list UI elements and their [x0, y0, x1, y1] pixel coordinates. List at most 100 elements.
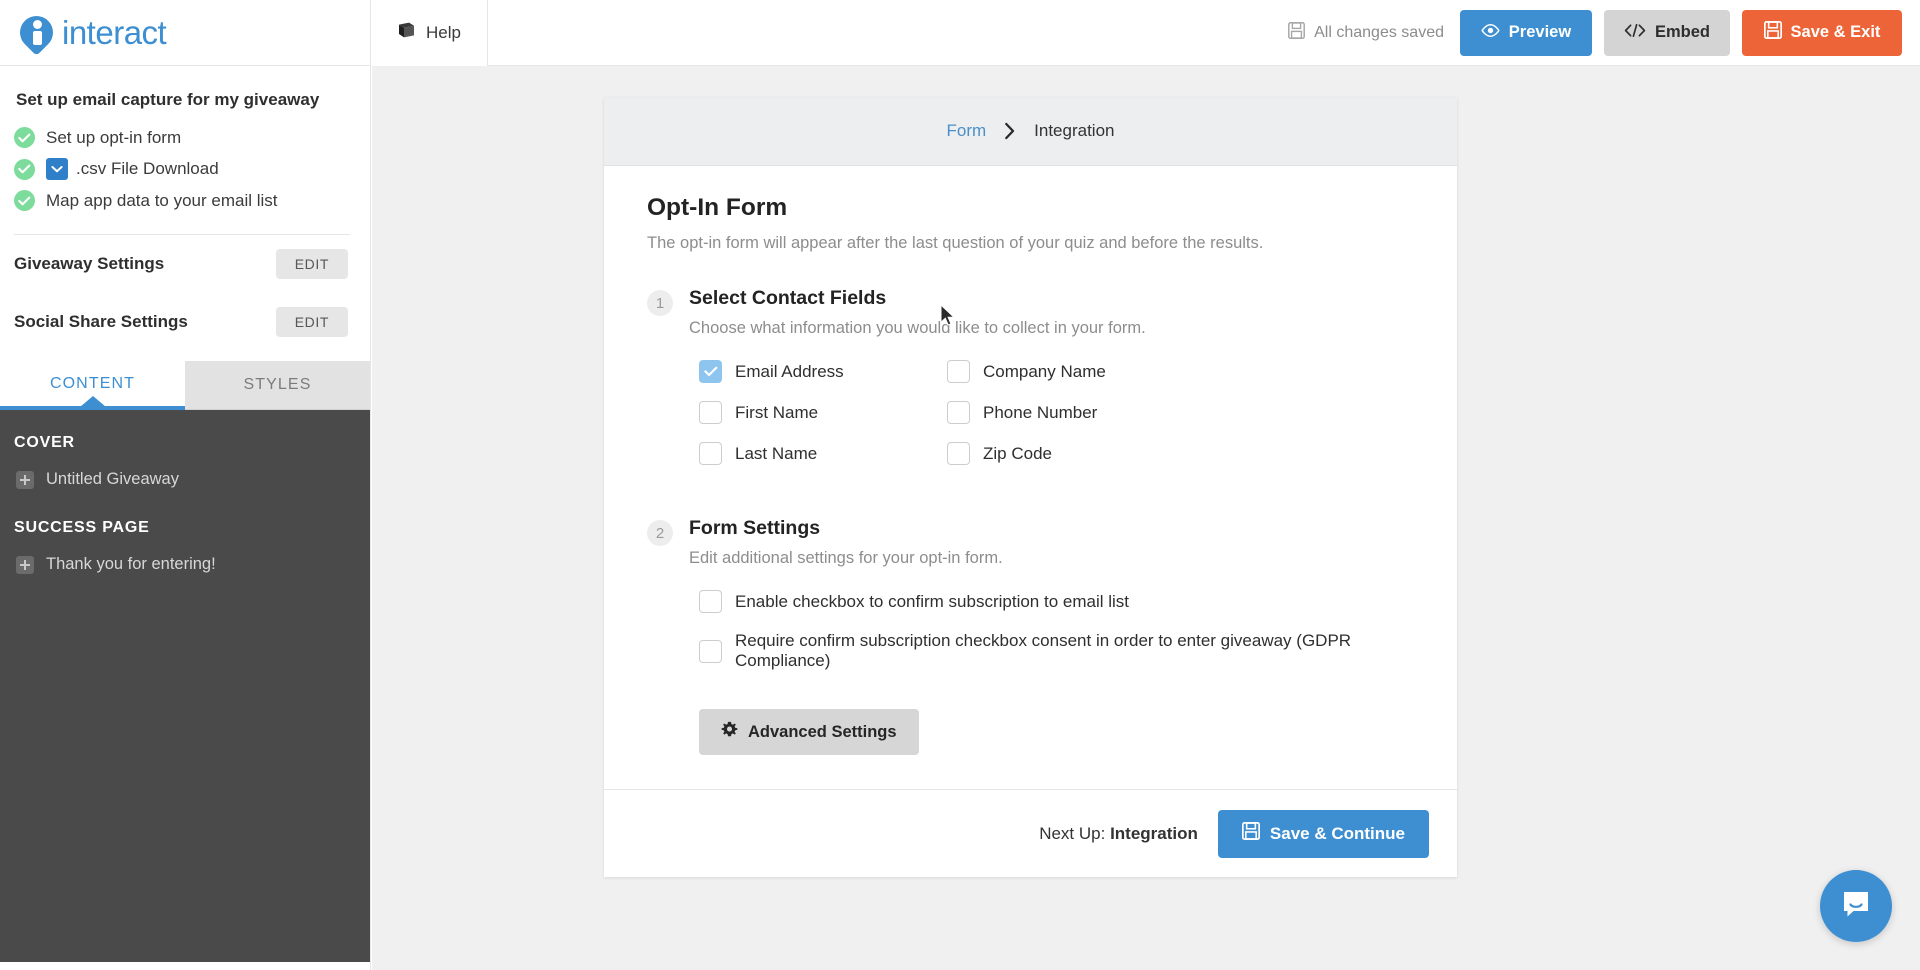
checkbox-box-icon[interactable]: [699, 442, 722, 465]
option-checkbox-require-gdpr-consent[interactable]: Require confirm subscription checkbox co…: [699, 631, 1414, 671]
chevron-right-icon: [1004, 122, 1016, 140]
tab-styles-label: STYLES: [243, 376, 312, 394]
checkbox-box-icon[interactable]: [947, 442, 970, 465]
save-status: All changes saved: [1288, 21, 1444, 44]
next-up-prefix: Next Up:: [1039, 823, 1111, 843]
preview-label: Preview: [1508, 23, 1572, 41]
interact-logo-icon: [13, 8, 60, 56]
tab-styles[interactable]: STYLES: [185, 361, 370, 411]
chat-bubble-icon: [1839, 887, 1873, 926]
field-checkbox-phone-number[interactable]: Phone Number: [947, 401, 1414, 424]
advanced-settings-button[interactable]: Advanced Settings: [699, 709, 919, 755]
intercom-chat-button[interactable]: [1820, 870, 1892, 942]
field-checkbox-last-name[interactable]: Last Name: [699, 442, 947, 465]
checkbox-box-icon[interactable]: [947, 401, 970, 424]
left-sidebar: Set up email capture for my giveaway Set…: [0, 66, 371, 970]
sidebar-title: Set up email capture for my giveaway: [16, 90, 320, 109]
step-1: 1 Select Contact Fields Choose what info…: [647, 287, 1414, 338]
step-2-title: Form Settings: [689, 517, 821, 539]
save-continue-button[interactable]: Save & Continue: [1217, 809, 1429, 858]
task-list: Set up opt-in form .csv File Download Ma…: [0, 116, 370, 216]
tree-item-label: Thank you for entering!: [46, 555, 216, 574]
task-item-opt-in-form[interactable]: Set up opt-in form: [14, 122, 370, 153]
form-settings-options: Enable checkbox to confirm subscription …: [647, 590, 1414, 671]
checkbox-box-icon[interactable]: [699, 360, 722, 383]
gear-icon: [721, 721, 738, 743]
save-status-label: All changes saved: [1314, 23, 1444, 41]
brand-name: interact: [62, 13, 167, 51]
next-up-text: Next Up: Integration: [1039, 824, 1198, 844]
task-item-csv-download[interactable]: .csv File Download: [14, 153, 370, 185]
floppy-disk-icon: [1763, 21, 1782, 44]
save-exit-label: Save & Exit: [1790, 23, 1881, 41]
giveaway-settings-label: Giveaway Settings: [14, 254, 165, 274]
breadcrumb-current-integration: Integration: [1034, 121, 1115, 140]
social-share-settings-row: Social Share Settings EDIT: [0, 293, 370, 351]
advanced-settings-label: Advanced Settings: [748, 722, 897, 741]
content-tree-panel: COVER Untitled Giveaway SUCCESS PAGE Tha…: [0, 410, 370, 963]
step-1-number: 1: [647, 290, 673, 316]
field-label: Email Address: [735, 361, 844, 381]
tab-content-label: CONTENT: [49, 374, 136, 392]
breadcrumb-link-form[interactable]: Form: [946, 121, 986, 141]
book-icon: [397, 22, 416, 44]
social-share-settings-edit-button[interactable]: EDIT: [275, 307, 348, 338]
card-footer: Next Up: Integration Save & Continue: [604, 789, 1457, 877]
field-label: First Name: [735, 402, 819, 422]
step-1-title: Select Contact Fields: [689, 287, 887, 309]
page-title: Opt-In Form: [647, 194, 788, 221]
section-heading-success-page: SUCCESS PAGE: [14, 519, 150, 537]
giveaway-settings-row: Giveaway Settings EDIT: [0, 235, 370, 293]
chevron-down-icon[interactable]: [46, 158, 68, 181]
checkbox-box-icon[interactable]: [947, 360, 970, 383]
plus-box-icon: [16, 470, 34, 489]
field-checkbox-company-name[interactable]: Company Name: [947, 360, 1414, 383]
field-checkbox-zip-code[interactable]: Zip Code: [947, 442, 1414, 465]
field-label: Company Name: [983, 361, 1106, 381]
help-label: Help: [426, 22, 461, 42]
preview-button[interactable]: Preview: [1459, 9, 1592, 56]
checkbox-box-icon[interactable]: [699, 401, 722, 424]
page-subtitle: The opt-in form will appear after the la…: [647, 234, 1264, 252]
main-canvas: Form Integration Opt-In Form The opt-in …: [372, 66, 1920, 970]
task-label: Set up opt-in form: [46, 127, 182, 147]
card-body: Opt-In Form The opt-in form will appear …: [604, 166, 1457, 789]
breadcrumb: Form Integration: [604, 97, 1457, 166]
step-2: 2 Form Settings Edit additional settings…: [647, 517, 1414, 568]
contact-fields-grid: Email Address Company Name First Name Ph…: [647, 360, 1414, 465]
brand-logo-area[interactable]: interact: [0, 0, 371, 66]
step-2-number: 2: [647, 520, 673, 546]
field-label: Phone Number: [983, 402, 1098, 422]
plus-box-icon: [16, 555, 34, 574]
tree-item-thank-you[interactable]: Thank you for entering!: [0, 537, 370, 574]
tab-content[interactable]: CONTENT: [0, 361, 185, 411]
task-label: Map app data to your email list: [46, 190, 278, 210]
checkbox-box-icon[interactable]: [699, 639, 722, 663]
task-label: .csv File Download: [76, 159, 219, 179]
option-checkbox-enable-confirm-subscription[interactable]: Enable checkbox to confirm subscription …: [699, 590, 1414, 613]
opt-in-form-card: Form Integration Opt-In Form The opt-in …: [604, 97, 1457, 877]
next-up-value: Integration: [1110, 823, 1198, 843]
save-continue-label: Save & Continue: [1269, 823, 1405, 843]
field-checkbox-email-address[interactable]: Email Address: [699, 360, 947, 383]
tree-item-label: Untitled Giveaway: [46, 470, 179, 489]
embed-label: Embed: [1654, 23, 1710, 41]
option-label: Enable checkbox to confirm subscription …: [735, 591, 1130, 611]
check-circle-icon: [14, 158, 35, 180]
task-item-map-app-data[interactable]: Map app data to your email list: [14, 185, 370, 216]
giveaway-settings-edit-button[interactable]: EDIT: [275, 249, 348, 280]
help-button[interactable]: Help: [371, 0, 488, 66]
step-2-subtitle: Edit additional settings for your opt-in…: [689, 549, 1003, 567]
tree-item-untitled-giveaway[interactable]: Untitled Giveaway: [0, 452, 370, 489]
field-checkbox-first-name[interactable]: First Name: [699, 401, 947, 424]
embed-button[interactable]: Embed: [1603, 9, 1730, 56]
step-1-subtitle: Choose what information you would like t…: [689, 319, 1146, 337]
checkbox-box-icon[interactable]: [699, 590, 722, 613]
tab-active-pointer-icon: [79, 396, 106, 408]
app-header: interact Help All changes saved Preview …: [0, 0, 1920, 66]
save-exit-button[interactable]: Save & Exit: [1742, 9, 1902, 56]
field-label: Zip Code: [983, 443, 1052, 463]
floppy-disk-icon: [1288, 21, 1306, 44]
social-share-settings-label: Social Share Settings: [14, 312, 188, 332]
